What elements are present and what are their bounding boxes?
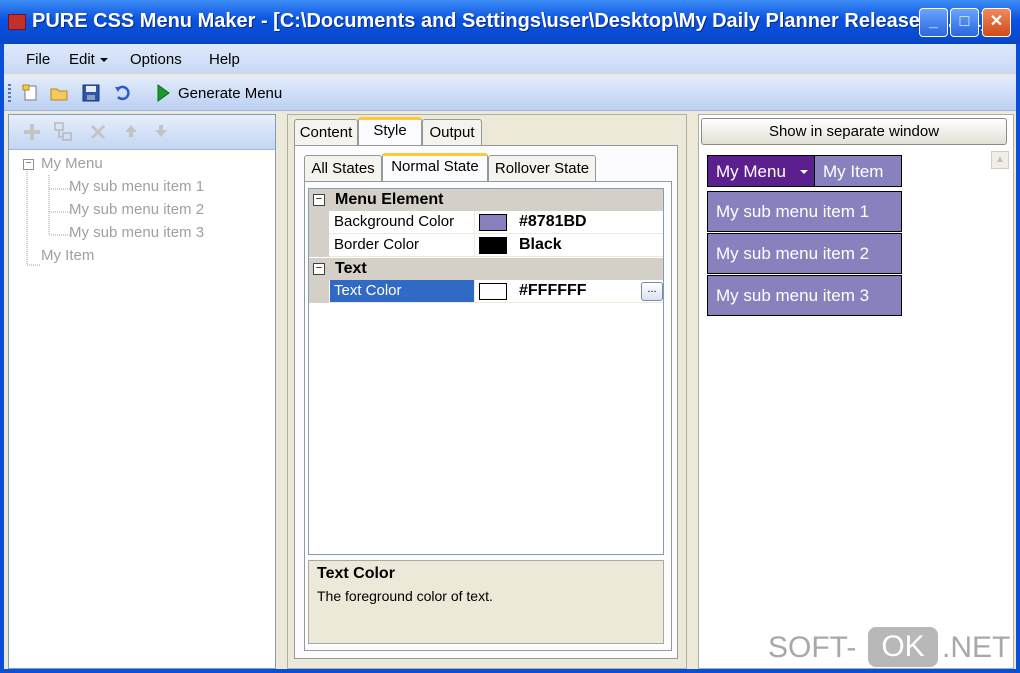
tab-output[interactable]: Output <box>422 119 482 145</box>
show-in-separate-window-button[interactable]: Show in separate window <box>701 118 1007 145</box>
prop-text-color[interactable]: Text Color #FFFFFF ... <box>309 280 663 303</box>
prop-border-color[interactable]: Border Color Black <box>309 234 663 257</box>
move-down-icon[interactable] <box>153 123 169 139</box>
color-swatch <box>479 283 507 300</box>
prop-background-color[interactable]: Background Color #8781BD <box>309 211 663 234</box>
maximize-button[interactable]: □ <box>950 8 979 37</box>
prop-name-selected: Text Color <box>330 280 475 302</box>
collapse-toggle[interactable]: − <box>313 263 325 275</box>
tree-collapse-toggle[interactable]: − <box>23 159 34 170</box>
preview-menu-my-menu[interactable]: My Menu <box>707 155 815 187</box>
toolbar-grip[interactable] <box>8 84 11 104</box>
close-button[interactable]: ✕ <box>982 8 1011 37</box>
tree-toolbar <box>9 115 275 150</box>
preview-panel: Show in separate window ▲ My Menu My Ite… <box>698 114 1014 669</box>
watermark-pill: OK <box>868 627 938 667</box>
delete-icon[interactable] <box>89 123 107 141</box>
generate-menu-button[interactable]: Generate Menu <box>178 85 282 102</box>
tree-node-sub-3[interactable]: My sub menu item 3 <box>69 224 204 241</box>
tree-node-my-menu[interactable]: My Menu <box>41 155 103 172</box>
preview-sub-item-3[interactable]: My sub menu item 3 <box>707 275 902 316</box>
dropdown-arrow-icon <box>800 170 808 174</box>
prop-value[interactable]: #FFFFFF <box>519 280 587 302</box>
collapse-toggle[interactable]: − <box>313 194 325 206</box>
main-toolbar: Generate Menu <box>4 76 1016 111</box>
add-item-icon[interactable] <box>23 123 41 141</box>
help-description: The foreground color of text. <box>317 588 493 604</box>
watermark-suffix: .NET <box>942 631 1011 664</box>
dropdown-arrow-icon <box>99 58 108 63</box>
tree-node-sub-1[interactable]: My sub menu item 1 <box>69 178 204 195</box>
preview-sub-item-2[interactable]: My sub menu item 2 <box>707 233 902 274</box>
tab-rollover-state[interactable]: Rollover State <box>488 155 596 181</box>
row-gutter <box>309 280 329 303</box>
category-menu-element[interactable]: − Menu Element <box>309 189 663 211</box>
tab-all-states[interactable]: All States <box>304 155 382 181</box>
category-label: Menu Element <box>335 191 444 208</box>
menu-bar: File Edit Options Help <box>4 44 1016 74</box>
client-area: File Edit Options Help Generate Menu − M… <box>4 44 1016 669</box>
new-file-icon[interactable] <box>22 84 40 102</box>
tree-node-my-item[interactable]: My Item <box>41 247 94 264</box>
prop-value[interactable]: Black <box>519 234 562 256</box>
menu-tree-panel: − My Menu My sub menu item 1 My sub menu… <box>8 114 276 669</box>
save-icon[interactable] <box>82 84 100 102</box>
menu-edit[interactable]: Edit <box>69 51 108 68</box>
menu-options[interactable]: Options <box>130 51 182 68</box>
color-swatch <box>479 237 507 254</box>
category-label: Text <box>335 260 367 277</box>
properties-panel: Content Style Output All States Normal S… <box>287 114 687 669</box>
preview-menu-my-item[interactable]: My Item <box>814 155 902 187</box>
property-help-box: Text Color The foreground color of text. <box>308 560 664 644</box>
move-up-icon[interactable] <box>123 123 139 139</box>
tab-style[interactable]: Style <box>358 117 422 145</box>
watermark: SOFT- OK .NET <box>768 625 1011 669</box>
preview-sub-item-1[interactable]: My sub menu item 1 <box>707 191 902 232</box>
category-text[interactable]: − Text <box>309 258 663 280</box>
tab-normal-state[interactable]: Normal State <box>382 153 488 181</box>
prop-name: Border Color <box>330 234 475 256</box>
menu-edit-label: Edit <box>69 51 95 68</box>
open-folder-icon[interactable] <box>50 84 68 102</box>
prop-name: Background Color <box>330 211 475 233</box>
preview-menu-label: My Menu <box>716 162 786 181</box>
help-title: Text Color <box>317 565 395 582</box>
color-swatch <box>479 214 507 231</box>
minimize-button[interactable]: _ <box>919 8 948 37</box>
color-picker-button[interactable]: ... <box>641 282 663 301</box>
generate-play-icon[interactable] <box>154 84 172 102</box>
property-grid: − Menu Element Background Color #8781BD … <box>308 188 664 555</box>
title-bar[interactable]: PURE CSS Menu Maker - [C:\Documents and … <box>0 0 1020 44</box>
undo-icon[interactable] <box>114 84 132 102</box>
menu-help[interactable]: Help <box>209 51 240 68</box>
row-gutter <box>309 234 329 257</box>
app-window: PURE CSS Menu Maker - [C:\Documents and … <box>0 0 1020 673</box>
window-title: PURE CSS Menu Maker - [C:\Documents and … <box>32 10 988 32</box>
row-gutter <box>309 211 329 234</box>
tab-content[interactable]: Content <box>294 119 358 145</box>
add-subitem-icon[interactable] <box>53 121 75 143</box>
tree-node-sub-2[interactable]: My sub menu item 2 <box>69 201 204 218</box>
scroll-up-arrow-icon[interactable]: ▲ <box>991 151 1009 169</box>
prop-value[interactable]: #8781BD <box>519 211 587 233</box>
watermark-prefix: SOFT- <box>768 631 857 664</box>
menu-file[interactable]: File <box>26 51 50 68</box>
app-icon[interactable] <box>8 14 26 30</box>
